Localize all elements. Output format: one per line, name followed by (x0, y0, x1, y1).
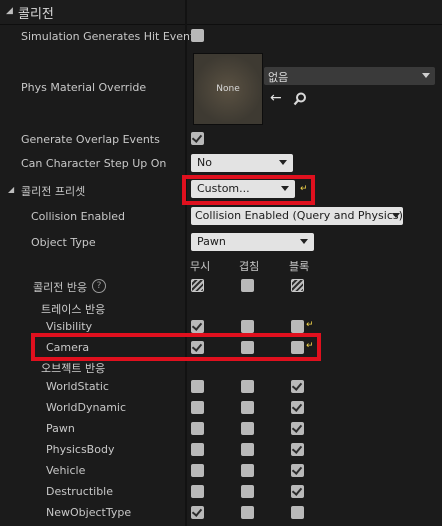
browse-search-icon[interactable] (293, 92, 307, 106)
preset-expand-icon[interactable]: ◢ (8, 185, 14, 194)
all-ignore-checkbox[interactable] (191, 279, 204, 292)
object-name-pawn: Pawn (46, 422, 75, 435)
vehicle-block-checkbox[interactable] (291, 464, 304, 477)
highlight-box-preset (182, 175, 315, 205)
sim-hit-label: Simulation Generates Hit Events (21, 30, 201, 43)
section-title: 콜리전 (18, 7, 54, 22)
visibility-overlap-checkbox[interactable] (241, 320, 254, 333)
collision-section-header[interactable]: ◢ 콜리전 (0, 0, 442, 25)
vehicle-ignore-checkbox[interactable] (191, 464, 204, 477)
trace-name-visibility: Visibility (46, 320, 93, 333)
worlddynamic-block-checkbox[interactable] (291, 401, 304, 414)
column-overlap: 겹침 (239, 260, 260, 273)
pawn-block-checkbox[interactable] (291, 422, 304, 435)
physicsbody-ignore-checkbox[interactable] (191, 443, 204, 456)
newobjecttype-block-checkbox[interactable] (291, 506, 304, 519)
object-name-physicsbody: PhysicsBody (46, 443, 115, 456)
chevron-down-icon (300, 239, 308, 244)
physicsbody-overlap-checkbox[interactable] (241, 443, 254, 456)
reset-to-default-icon[interactable]: ↵ (306, 321, 315, 330)
worlddynamic-ignore-checkbox[interactable] (191, 401, 204, 414)
object-name-worlddynamic: WorldDynamic (46, 401, 127, 414)
step-up-value: No (197, 156, 212, 169)
visibility-ignore-checkbox[interactable] (191, 320, 204, 333)
collapse-triangle-icon[interactable]: ◢ (6, 6, 13, 16)
phys-material-combo[interactable]: 없음 (264, 67, 435, 85)
column-block: 블록 (289, 260, 310, 273)
collision-responses-label: 콜리전 반응 (33, 281, 88, 294)
gen-overlap-checkbox[interactable] (191, 132, 204, 145)
worldstatic-ignore-checkbox[interactable] (191, 380, 204, 393)
step-up-label: Can Character Step Up On (21, 157, 167, 170)
column-ignore: 무시 (190, 260, 211, 273)
thumbnail-none-text: None (216, 84, 240, 94)
destructible-overlap-checkbox[interactable] (241, 485, 254, 498)
chevron-down-icon (392, 213, 400, 218)
column-splitter[interactable] (185, 0, 187, 526)
material-thumbnail[interactable]: None (193, 53, 263, 125)
worldstatic-block-checkbox[interactable] (291, 380, 304, 393)
chevron-down-icon (279, 160, 287, 165)
destructible-ignore-checkbox[interactable] (191, 485, 204, 498)
help-icon[interactable]: ? (92, 279, 106, 293)
gen-overlap-label: Generate Overlap Events (21, 133, 160, 146)
phys-material-label: Phys Material Override (21, 81, 147, 94)
sim-hit-checkbox[interactable] (191, 29, 204, 42)
destructible-block-checkbox[interactable] (291, 485, 304, 498)
phys-material-value: 없음 (268, 71, 289, 84)
object-type-label: Object Type (31, 236, 96, 249)
worlddynamic-overlap-checkbox[interactable] (241, 401, 254, 414)
collision-enabled-label: Collision Enabled (31, 210, 126, 223)
visibility-block-checkbox[interactable] (291, 320, 304, 333)
pawn-overlap-checkbox[interactable] (241, 422, 254, 435)
preset-label: 콜리전 프리셋 (21, 185, 86, 198)
all-block-checkbox[interactable] (291, 279, 304, 292)
highlight-box-camera (31, 333, 321, 361)
physicsbody-block-checkbox[interactable] (291, 443, 304, 456)
newobjecttype-overlap-checkbox[interactable] (241, 506, 254, 519)
collision-enabled-value: Collision Enabled (Query and Physics) (195, 209, 403, 222)
object-name-vehicle: Vehicle (46, 464, 86, 477)
trace-responses-header: 트레이스 반응 (41, 303, 106, 316)
object-responses-header: 오브젝트 반응 (41, 362, 106, 375)
object-type-dropdown[interactable]: Pawn (191, 233, 314, 251)
object-name-newobjecttype: NewObjectType (46, 506, 132, 519)
step-up-dropdown[interactable]: No (191, 154, 293, 172)
worldstatic-overlap-checkbox[interactable] (241, 380, 254, 393)
all-overlap-checkbox[interactable] (241, 279, 254, 292)
collision-enabled-dropdown[interactable]: Collision Enabled (Query and Physics) (191, 207, 403, 225)
newobjecttype-ignore-checkbox[interactable] (191, 506, 204, 519)
pawn-ignore-checkbox[interactable] (191, 422, 204, 435)
use-selected-arrow-icon[interactable]: ← (270, 91, 282, 105)
vehicle-overlap-checkbox[interactable] (241, 464, 254, 477)
chevron-down-icon (422, 73, 430, 78)
object-name-worldstatic: WorldStatic (46, 380, 109, 393)
object-type-value: Pawn (197, 235, 226, 248)
object-name-destructible: Destructible (46, 485, 113, 498)
